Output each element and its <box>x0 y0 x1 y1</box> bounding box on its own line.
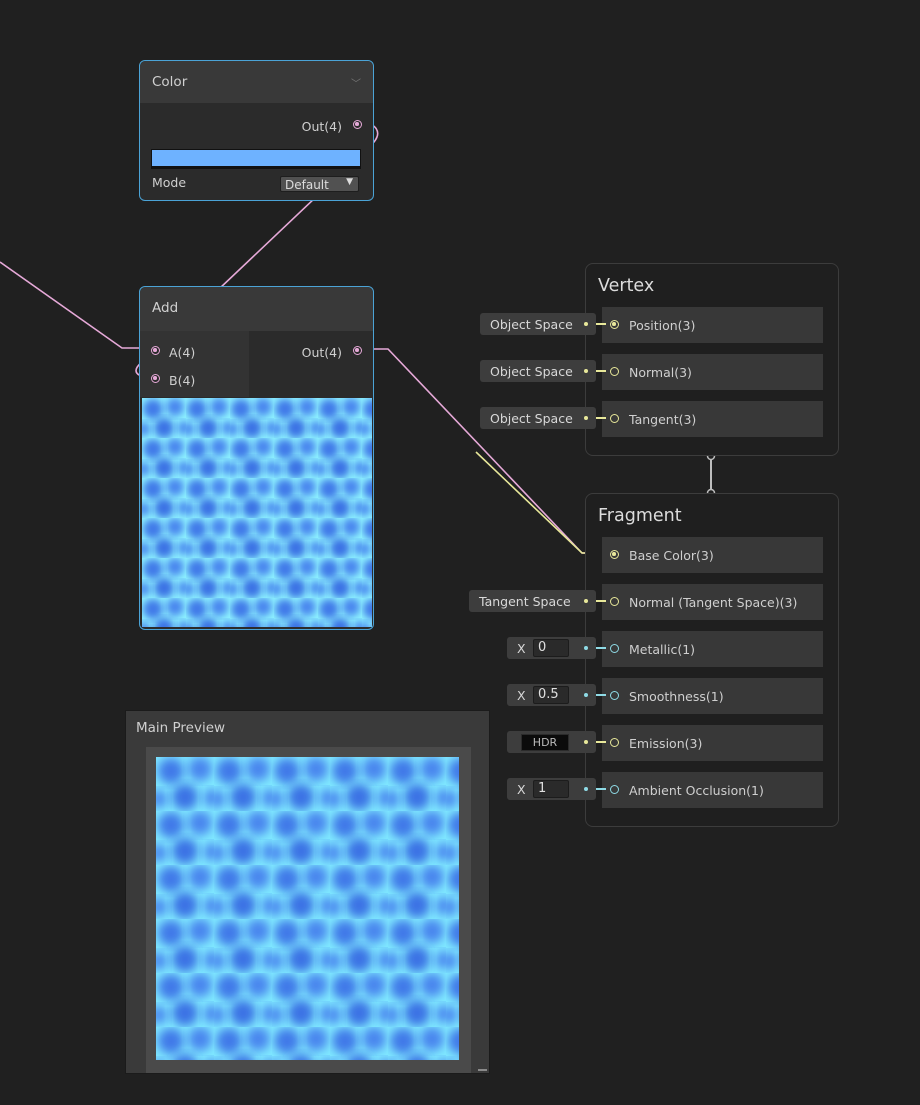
ambient-occlusion-label: Ambient Occlusion(1) <box>629 783 764 798</box>
metallic-label: Metallic(1) <box>629 642 696 657</box>
smoothness-axis-label: X <box>517 688 526 703</box>
add-input-a-port[interactable] <box>151 346 160 355</box>
smoothness-value-input[interactable]: 0.5 <box>533 686 569 704</box>
color-swatch[interactable] <box>151 149 361 169</box>
fragment-stack[interactable]: Fragment Base Color(3) Normal (Tangent S… <box>585 493 839 827</box>
add-input-a-label: A(4) <box>169 345 196 360</box>
smoothness-field[interactable]: X 0.5 <box>507 684 596 706</box>
normal-ts-slot[interactable] <box>610 597 619 606</box>
fragment-block-ambient-occlusion[interactable]: Ambient Occlusion(1) <box>602 772 823 808</box>
emission-label: Emission(3) <box>629 736 703 751</box>
ambient-occlusion-value-input[interactable]: 1 <box>533 780 569 798</box>
ambient-occlusion-slot[interactable] <box>610 785 619 794</box>
position-space-field[interactable]: Object Space <box>480 313 596 335</box>
tangent-label: Tangent(3) <box>629 412 697 427</box>
position-input-dot <box>584 322 588 326</box>
tangent-space-value: Object Space <box>490 411 573 426</box>
normal-slot[interactable] <box>610 367 619 376</box>
add-node-header[interactable]: Add <box>140 287 373 331</box>
mode-dropdown[interactable]: Default ▼ <box>280 176 359 192</box>
tangent-input-dot <box>584 416 588 420</box>
smoothness-input-dot <box>584 693 588 697</box>
add-node[interactable]: Add A(4) B(4) Out(4) <box>139 286 374 630</box>
emission-hdr-color[interactable]: HDR <box>521 734 569 751</box>
color-out-port[interactable] <box>353 120 362 129</box>
emission-slot[interactable] <box>610 738 619 747</box>
fragment-block-metallic[interactable]: Metallic(1) <box>602 631 823 667</box>
add-node-title: Add <box>152 300 179 316</box>
voronoi-texture-preview <box>142 398 372 627</box>
normal-ts-input-dot <box>584 599 588 603</box>
normal-label: Normal(3) <box>629 365 692 380</box>
base-color-slot[interactable] <box>610 550 619 559</box>
color-out-label: Out(4) <box>301 119 342 134</box>
vertex-block-normal[interactable]: Normal(3) <box>602 354 823 390</box>
add-out-label: Out(4) <box>301 345 342 360</box>
mode-value: Default <box>285 178 329 192</box>
color-node-title: Color <box>152 74 188 90</box>
normal-ts-label: Normal (Tangent Space)(3) <box>629 595 798 610</box>
normal-ts-space-value: Tangent Space <box>479 594 571 609</box>
normal-input-dot <box>584 369 588 373</box>
metallic-axis-label: X <box>517 641 526 656</box>
vertex-block-position[interactable]: Position(3) <box>602 307 823 343</box>
tangent-space-field[interactable]: Object Space <box>480 407 596 429</box>
main-preview-render <box>156 757 459 1060</box>
normal-space-value: Object Space <box>490 364 573 379</box>
metallic-value-input[interactable]: 0 <box>533 639 569 657</box>
add-out-port[interactable] <box>353 346 362 355</box>
base-color-label: Base Color(3) <box>629 548 714 563</box>
emission-field[interactable]: HDR <box>507 731 596 753</box>
add-node-preview <box>142 398 372 627</box>
color-node[interactable]: Color ﹀ Out(4) Mode Default ▼ <box>139 60 374 201</box>
main-preview-panel[interactable]: Main Preview <box>125 710 490 1074</box>
vertex-title: Vertex <box>598 276 655 296</box>
metallic-slot[interactable] <box>610 644 619 653</box>
caret-down-icon: ▼ <box>346 177 353 187</box>
fragment-block-emission[interactable]: Emission(3) <box>602 725 823 761</box>
smoothness-label: Smoothness(1) <box>629 689 724 704</box>
voronoi-main-preview <box>156 757 459 1060</box>
main-preview-header[interactable]: Main Preview <box>126 711 489 747</box>
position-label: Position(3) <box>629 318 696 333</box>
fragment-title: Fragment <box>598 506 682 526</box>
normal-space-field[interactable]: Object Space <box>480 360 596 382</box>
fragment-block-base-color[interactable]: Base Color(3) <box>602 537 823 573</box>
emission-input-dot <box>584 740 588 744</box>
add-input-b-label: B(4) <box>169 373 196 388</box>
metallic-field[interactable]: X 0 <box>507 637 596 659</box>
ambient-occlusion-input-dot <box>584 787 588 791</box>
vertex-block-tangent[interactable]: Tangent(3) <box>602 401 823 437</box>
mode-label: Mode <box>152 175 187 190</box>
chevron-down-icon[interactable]: ﹀ <box>351 75 361 90</box>
ambient-occlusion-axis-label: X <box>517 782 526 797</box>
tangent-slot[interactable] <box>610 414 619 423</box>
add-input-b-port[interactable] <box>151 374 160 383</box>
position-space-value: Object Space <box>490 317 573 332</box>
main-preview-viewport[interactable] <box>146 747 471 1073</box>
main-preview-resize-handle[interactable] <box>478 1069 487 1071</box>
vertex-stack[interactable]: Vertex Position(3) Normal(3) Tangent(3) <box>585 263 839 456</box>
fragment-block-smoothness[interactable]: Smoothness(1) <box>602 678 823 714</box>
color-node-header[interactable]: Color ﹀ <box>140 61 373 103</box>
position-slot[interactable] <box>610 320 619 329</box>
normal-ts-space-field[interactable]: Tangent Space <box>469 590 596 612</box>
fragment-block-normal[interactable]: Normal (Tangent Space)(3) <box>602 584 823 620</box>
smoothness-slot[interactable] <box>610 691 619 700</box>
metallic-input-dot <box>584 646 588 650</box>
main-preview-title: Main Preview <box>136 720 226 736</box>
wire-input-to-add-a[interactable] <box>0 261 150 349</box>
ambient-occlusion-field[interactable]: X 1 <box>507 778 596 800</box>
